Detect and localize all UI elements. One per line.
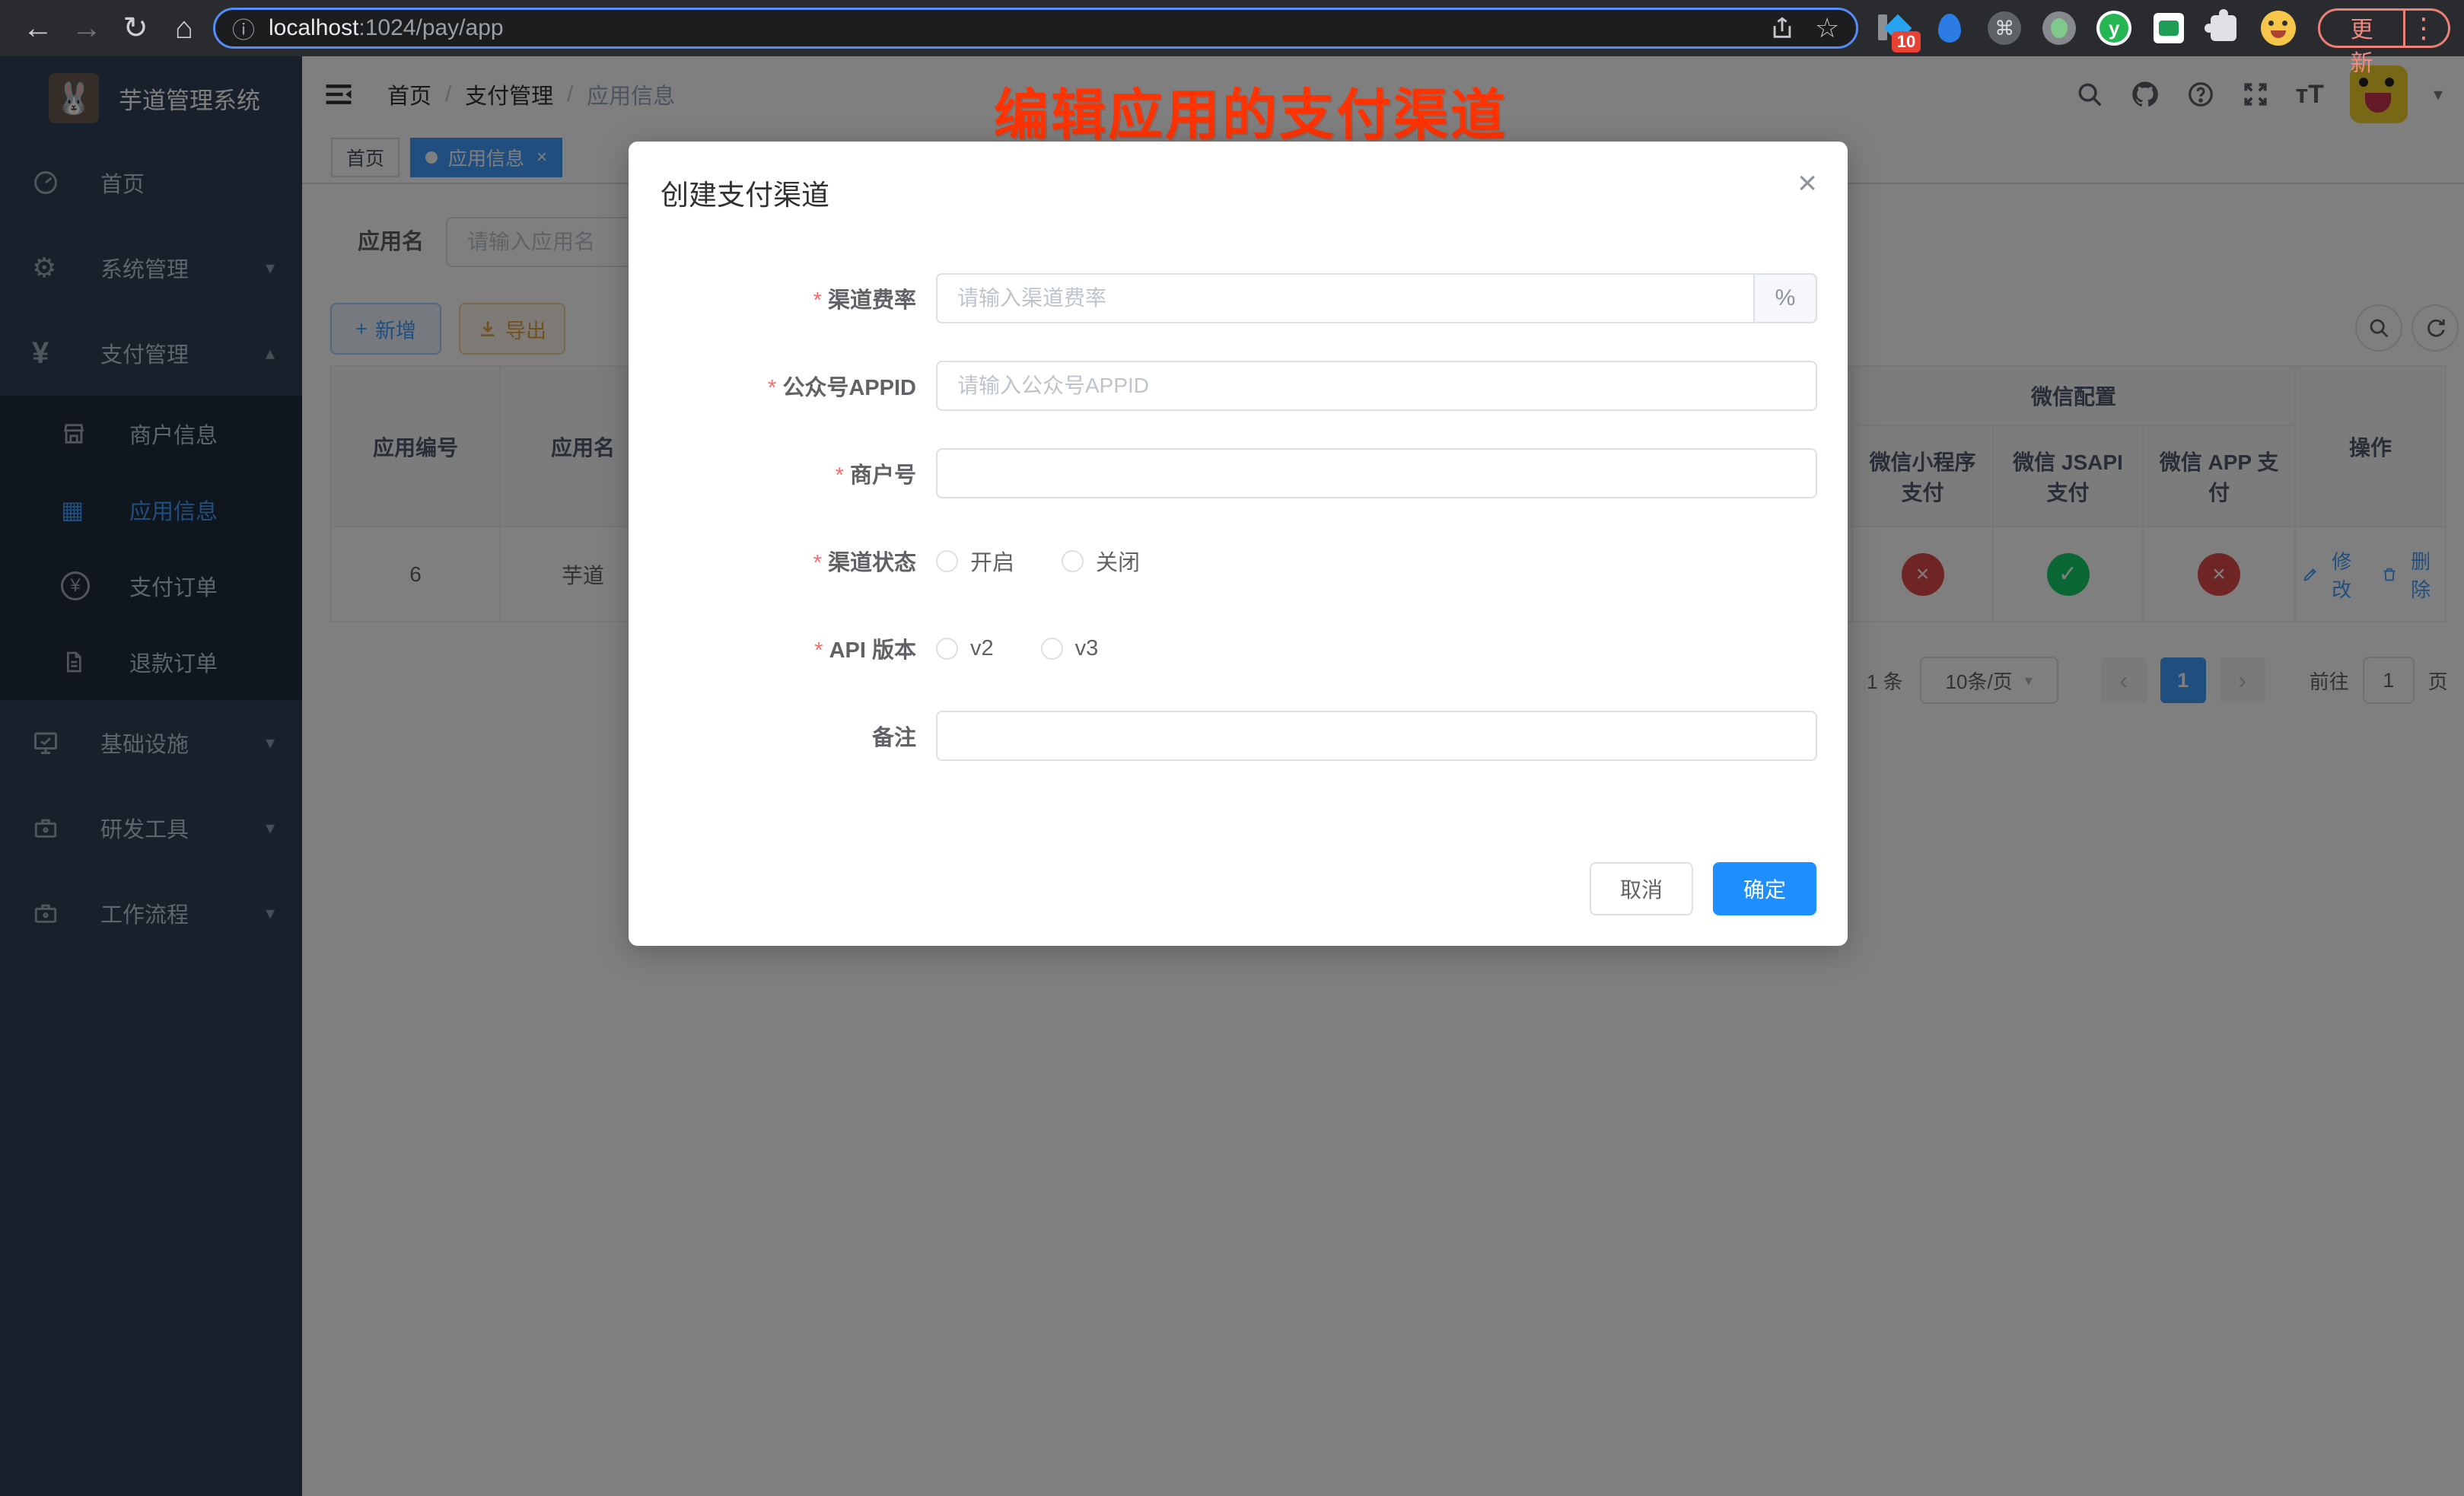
dialog-footer: 取消 确定 [1590, 862, 1816, 915]
rate-label: 渠道费率 [629, 282, 916, 314]
api-version-label: API 版本 [629, 632, 916, 664]
radio-label: 开启 [970, 545, 1014, 577]
radio-circle [1062, 550, 1084, 572]
balloon-extension-icon[interactable] [1931, 10, 1968, 46]
appid-input[interactable] [936, 361, 1817, 411]
radio-circle [936, 638, 958, 660]
remark-label: 备注 [629, 720, 916, 752]
extensions-puzzle-icon[interactable] [2205, 10, 2242, 46]
browser-update-button[interactable]: 更新 [2318, 8, 2405, 48]
form-row-merchant: 商户号 [629, 448, 1848, 498]
browser-home-icon[interactable]: ⌂ [160, 11, 209, 46]
radio-label: 关闭 [1096, 545, 1140, 577]
recorder-extension-icon[interactable] [2041, 10, 2077, 46]
browser-profile-avatar[interactable] [2260, 10, 2297, 46]
status-label: 渠道状态 [629, 545, 916, 577]
form-row-api-version: API 版本 v2 v3 [629, 623, 1848, 673]
status-off-radio[interactable]: 关闭 [1062, 545, 1140, 577]
cancel-button[interactable]: 取消 [1590, 862, 1693, 915]
form-row-status: 渠道状态 开启 关闭 [629, 536, 1848, 586]
share-icon[interactable] [1769, 15, 1795, 41]
bookmark-star-icon[interactable]: ☆ [1815, 12, 1839, 44]
api-v2-radio[interactable]: v2 [936, 636, 994, 661]
url-bar[interactable]: ⓘ localhost :1024/pay/app ☆ [213, 8, 1858, 49]
form-row-remark: 备注 [629, 711, 1848, 761]
appid-label: 公众号APPID [629, 370, 916, 402]
annotation-text: 编辑应用的支付渠道 [994, 70, 1507, 150]
merchant-input[interactable] [936, 448, 1817, 498]
api-v3-radio[interactable]: v3 [1041, 636, 1099, 661]
browser-menu-icon[interactable]: ⋮ [2405, 8, 2450, 48]
form-row-appid: 公众号APPID [629, 361, 1848, 411]
command-extension-icon[interactable]: ⌘ [1986, 10, 2023, 46]
browser-back-icon[interactable]: ← [14, 11, 62, 46]
rate-input[interactable] [936, 273, 1755, 323]
merchant-label: 商户号 [629, 457, 916, 489]
screen: ← → ↻ ⌂ ⓘ localhost :1024/pay/app ☆ 10 ⌘… [0, 0, 2464, 1496]
percent-suffix: % [1755, 273, 1817, 323]
radio-label: v3 [1075, 636, 1099, 661]
browser-forward-icon[interactable]: → [62, 11, 111, 46]
dialog-close-icon[interactable]: × [1797, 164, 1817, 202]
chat-extension-icon[interactable] [2150, 10, 2187, 46]
url-path: :1024/pay/app [358, 15, 503, 41]
tab-manager-extension-icon[interactable]: 10 [1877, 10, 1913, 46]
radio-circle [936, 550, 958, 572]
site-info-icon[interactable]: ⓘ [232, 11, 255, 45]
y-extension-icon[interactable]: y [2096, 10, 2132, 46]
radio-circle [1041, 638, 1063, 660]
form-row-rate: 渠道费率 % [629, 273, 1848, 323]
url-host: localhost [269, 15, 358, 41]
dialog-form: 渠道费率 % 公众号APPID 商户号 渠道状态 [629, 273, 1848, 798]
radio-label: v2 [970, 636, 994, 661]
extension-badge: 10 [1892, 31, 1921, 53]
dialog-title: 创建支付渠道 [661, 172, 829, 213]
browser-reload-icon[interactable]: ↻ [111, 11, 160, 46]
browser-chrome: ← → ↻ ⌂ ⓘ localhost :1024/pay/app ☆ 10 ⌘… [0, 0, 2464, 56]
remark-input[interactable] [936, 711, 1817, 761]
status-on-radio[interactable]: 开启 [936, 545, 1014, 577]
create-payment-channel-dialog: 创建支付渠道 × 渠道费率 % 公众号APPID 商户号 [629, 142, 1848, 946]
confirm-button[interactable]: 确定 [1713, 862, 1816, 915]
